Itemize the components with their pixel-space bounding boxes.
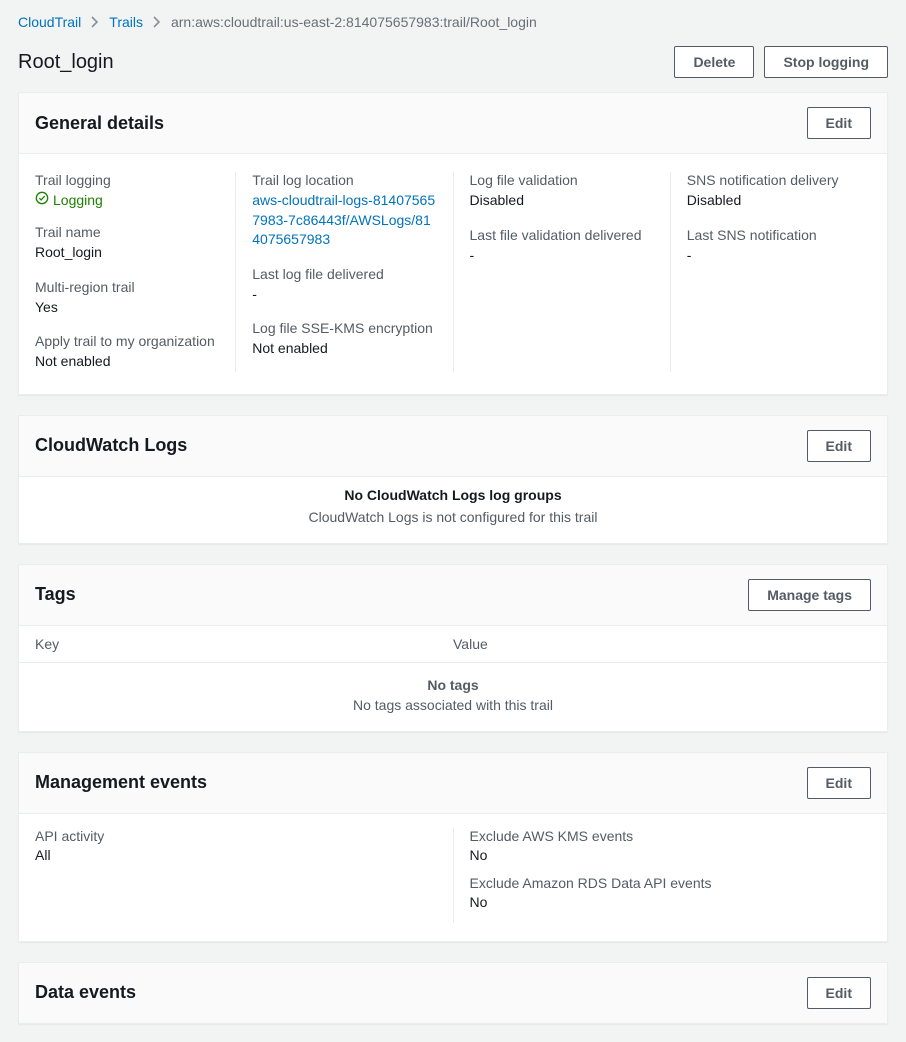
page-header: Root_login Delete Stop logging <box>18 40 888 92</box>
last-validation-label: Last file validation delivered <box>470 227 654 243</box>
delete-button[interactable]: Delete <box>674 46 754 78</box>
last-sns-label: Last SNS notification <box>687 227 871 243</box>
chevron-right-icon <box>153 16 161 28</box>
data-events-title: Data events <box>35 982 136 1003</box>
general-details-panel: General details Edit Trail logging Loggi… <box>18 92 888 395</box>
validation-label: Log file validation <box>470 172 654 188</box>
multi-region-label: Multi-region trail <box>35 279 219 295</box>
sns-delivery-value: Disabled <box>687 191 871 211</box>
management-events-panel: Management events Edit API activity All … <box>18 752 888 942</box>
tags-col-key: Key <box>35 636 453 652</box>
sse-kms-value: Not enabled <box>252 339 436 359</box>
page-title: Root_login <box>18 51 114 74</box>
apply-org-label: Apply trail to my organization <box>35 333 219 349</box>
trail-logging-status: Logging <box>35 191 103 208</box>
management-edit-button[interactable]: Edit <box>807 767 871 799</box>
management-events-title: Management events <box>35 772 207 793</box>
validation-value: Disabled <box>470 191 654 211</box>
last-log-delivered-value: - <box>252 285 436 305</box>
sns-delivery-label: SNS notification delivery <box>687 172 871 188</box>
log-location-link[interactable]: aws-cloudtrail-logs-814075657983-7c86443… <box>252 192 435 247</box>
log-location-label: Trail log location <box>252 172 436 188</box>
tags-title: Tags <box>35 584 76 605</box>
multi-region-value: Yes <box>35 298 219 318</box>
trail-name-label: Trail name <box>35 224 219 240</box>
exclude-rds-value: No <box>470 893 872 913</box>
general-details-title: General details <box>35 113 164 134</box>
api-activity-value: All <box>35 846 437 866</box>
breadcrumb-trails-link[interactable]: Trails <box>109 14 143 30</box>
breadcrumb-cloudtrail-link[interactable]: CloudTrail <box>18 14 81 30</box>
cloudwatch-empty-sub: CloudWatch Logs is not configured for th… <box>35 509 871 525</box>
tags-empty-title: No tags <box>35 677 871 693</box>
api-activity-label: API activity <box>35 828 437 844</box>
last-validation-value: - <box>470 246 654 266</box>
general-edit-button[interactable]: Edit <box>807 107 871 139</box>
tags-panel: Tags Manage tags Key Value No tags No ta… <box>18 564 888 732</box>
status-ok-icon <box>35 191 49 208</box>
chevron-right-icon <box>91 16 99 28</box>
page-actions: Delete Stop logging <box>674 46 888 78</box>
exclude-rds-label: Exclude Amazon RDS Data API events <box>470 875 872 891</box>
tags-col-value: Value <box>453 636 871 652</box>
breadcrumb: CloudTrail Trails arn:aws:cloudtrail:us-… <box>18 0 888 40</box>
last-log-delivered-label: Last log file delivered <box>252 266 436 282</box>
cloudwatch-logs-title: CloudWatch Logs <box>35 435 187 456</box>
tags-table-header: Key Value <box>19 626 887 663</box>
tags-empty-sub: No tags associated with this trail <box>35 697 871 713</box>
data-events-edit-button[interactable]: Edit <box>807 977 871 1009</box>
breadcrumb-current: arn:aws:cloudtrail:us-east-2:81407565798… <box>171 14 537 30</box>
sse-kms-label: Log file SSE-KMS encryption <box>252 320 436 336</box>
cloudwatch-logs-panel: CloudWatch Logs Edit No CloudWatch Logs … <box>18 415 888 544</box>
manage-tags-button[interactable]: Manage tags <box>748 579 871 611</box>
last-sns-value: - <box>687 246 871 266</box>
exclude-kms-value: No <box>470 846 872 866</box>
stop-logging-button[interactable]: Stop logging <box>764 46 888 78</box>
exclude-kms-label: Exclude AWS KMS events <box>470 828 872 844</box>
trail-logging-label: Trail logging <box>35 172 219 188</box>
data-events-panel: Data events Edit <box>18 962 888 1024</box>
trail-logging-status-text: Logging <box>53 192 103 208</box>
trail-name-value: Root_login <box>35 243 219 263</box>
cloudwatch-edit-button[interactable]: Edit <box>807 430 871 462</box>
apply-org-value: Not enabled <box>35 352 219 372</box>
cloudwatch-empty-title: No CloudWatch Logs log groups <box>35 487 871 503</box>
